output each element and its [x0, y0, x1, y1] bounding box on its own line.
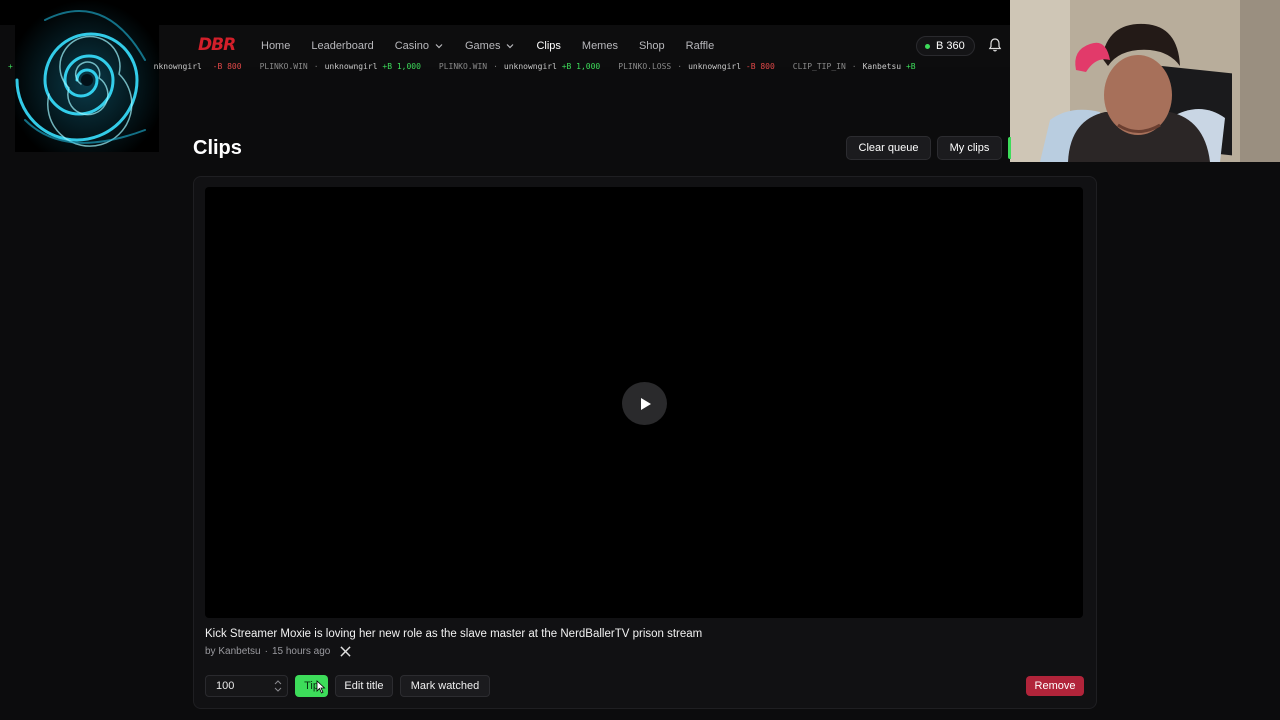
- ticker-item: PLINKO.LOSS · unknowngirl -B 800: [618, 62, 775, 71]
- ticker-amount: +B: [905, 62, 916, 71]
- ticker-amount: +B 1,000: [561, 62, 601, 71]
- ticker-user: Kanbetsu: [862, 62, 902, 71]
- nav-raffle[interactable]: Raffle: [686, 40, 715, 52]
- balance-value: B 360: [936, 40, 965, 52]
- page-title: Clips: [193, 137, 242, 159]
- my-clips-button[interactable]: My clips: [937, 136, 1002, 160]
- clear-queue-button[interactable]: Clear queue: [846, 136, 931, 160]
- nav-games-label: Games: [464, 40, 501, 52]
- nav-clips[interactable]: Clips: [536, 40, 560, 52]
- activity-ticker: + nknowngirl -B 800 PLINKO.WIN · unknowngi…: [0, 62, 1010, 74]
- webcam-overlay: [1010, 0, 1280, 162]
- nav-casino[interactable]: Casino: [395, 40, 444, 52]
- clip-title: Kick Streamer Moxie is loving her new ro…: [205, 628, 703, 640]
- clip-meta: by Kanbetsu · 15 hours ago: [205, 646, 351, 657]
- play-icon: [640, 397, 651, 410]
- ticker-prefix: +: [8, 62, 13, 71]
- ticker-event: PLINKO.WIN: [259, 62, 308, 71]
- bell-icon[interactable]: [987, 37, 1003, 53]
- number-stepper-icon[interactable]: [270, 676, 286, 696]
- x-logo-icon[interactable]: [340, 646, 351, 657]
- site-logo[interactable]: DBR: [198, 35, 236, 55]
- ticker-item: + nknowngirl -B 800: [8, 62, 242, 71]
- ticker-item: CLIP_TIP_IN · Kanbetsu +B: [792, 62, 916, 71]
- mouse-cursor-icon: [316, 680, 326, 694]
- remove-button[interactable]: Remove: [1026, 676, 1084, 696]
- ticker-event: PLINKO.WIN: [438, 62, 488, 71]
- clip-time: 15 hours ago: [271, 646, 331, 657]
- chevron-down-icon: [435, 44, 443, 49]
- ticker-item: PLINKO.WIN · unknowngirl +B 1,000: [259, 62, 421, 71]
- ticker-item: PLINKO.WIN · unknowngirl +B 1,000: [438, 62, 601, 71]
- ticker-amount: -B 800: [745, 62, 775, 71]
- chevron-down-icon: [507, 44, 514, 49]
- meta-separator: ·: [264, 646, 268, 657]
- nav-links: Home Leaderboard Casino Games Clips Meme…: [261, 25, 735, 67]
- edit-title-button[interactable]: Edit title: [335, 675, 393, 697]
- online-dot: [925, 43, 930, 49]
- ticker-user: unknowngirl: [688, 62, 742, 71]
- nav-casino-label: Casino: [394, 40, 429, 52]
- ticker-event: CLIP_TIP_IN: [792, 62, 846, 71]
- ticker-amount: +B 1,000: [382, 62, 421, 71]
- nav-leaderboard[interactable]: Leaderboard: [311, 40, 373, 52]
- ticker-amount: -B 800: [212, 62, 242, 71]
- ticker-user: unknowngirl: [324, 62, 378, 71]
- nav-memes[interactable]: Memes: [582, 40, 618, 52]
- clip-author[interactable]: by Kanbetsu: [205, 646, 261, 657]
- top-nav: DBR Home Leaderboard Casino Games Clips …: [160, 25, 1010, 67]
- play-button[interactable]: [622, 382, 667, 425]
- mark-watched-button[interactable]: Mark watched: [400, 675, 490, 697]
- ticker-event: PLINKO.LOSS: [618, 62, 672, 71]
- submit-clip-button-edge[interactable]: [1008, 137, 1011, 159]
- ticker-user: nknowngirl: [153, 62, 202, 71]
- page: DBR Home Leaderboard Casino Games Clips …: [0, 0, 1280, 720]
- nav-games[interactable]: Games: [465, 40, 515, 52]
- nav-shop[interactable]: Shop: [639, 40, 665, 52]
- nav-home[interactable]: Home: [261, 40, 290, 52]
- swirl-overlay-image: [15, 0, 159, 152]
- ticker-user: unknowngirl: [503, 62, 557, 71]
- balance-badge[interactable]: B 360: [916, 36, 975, 56]
